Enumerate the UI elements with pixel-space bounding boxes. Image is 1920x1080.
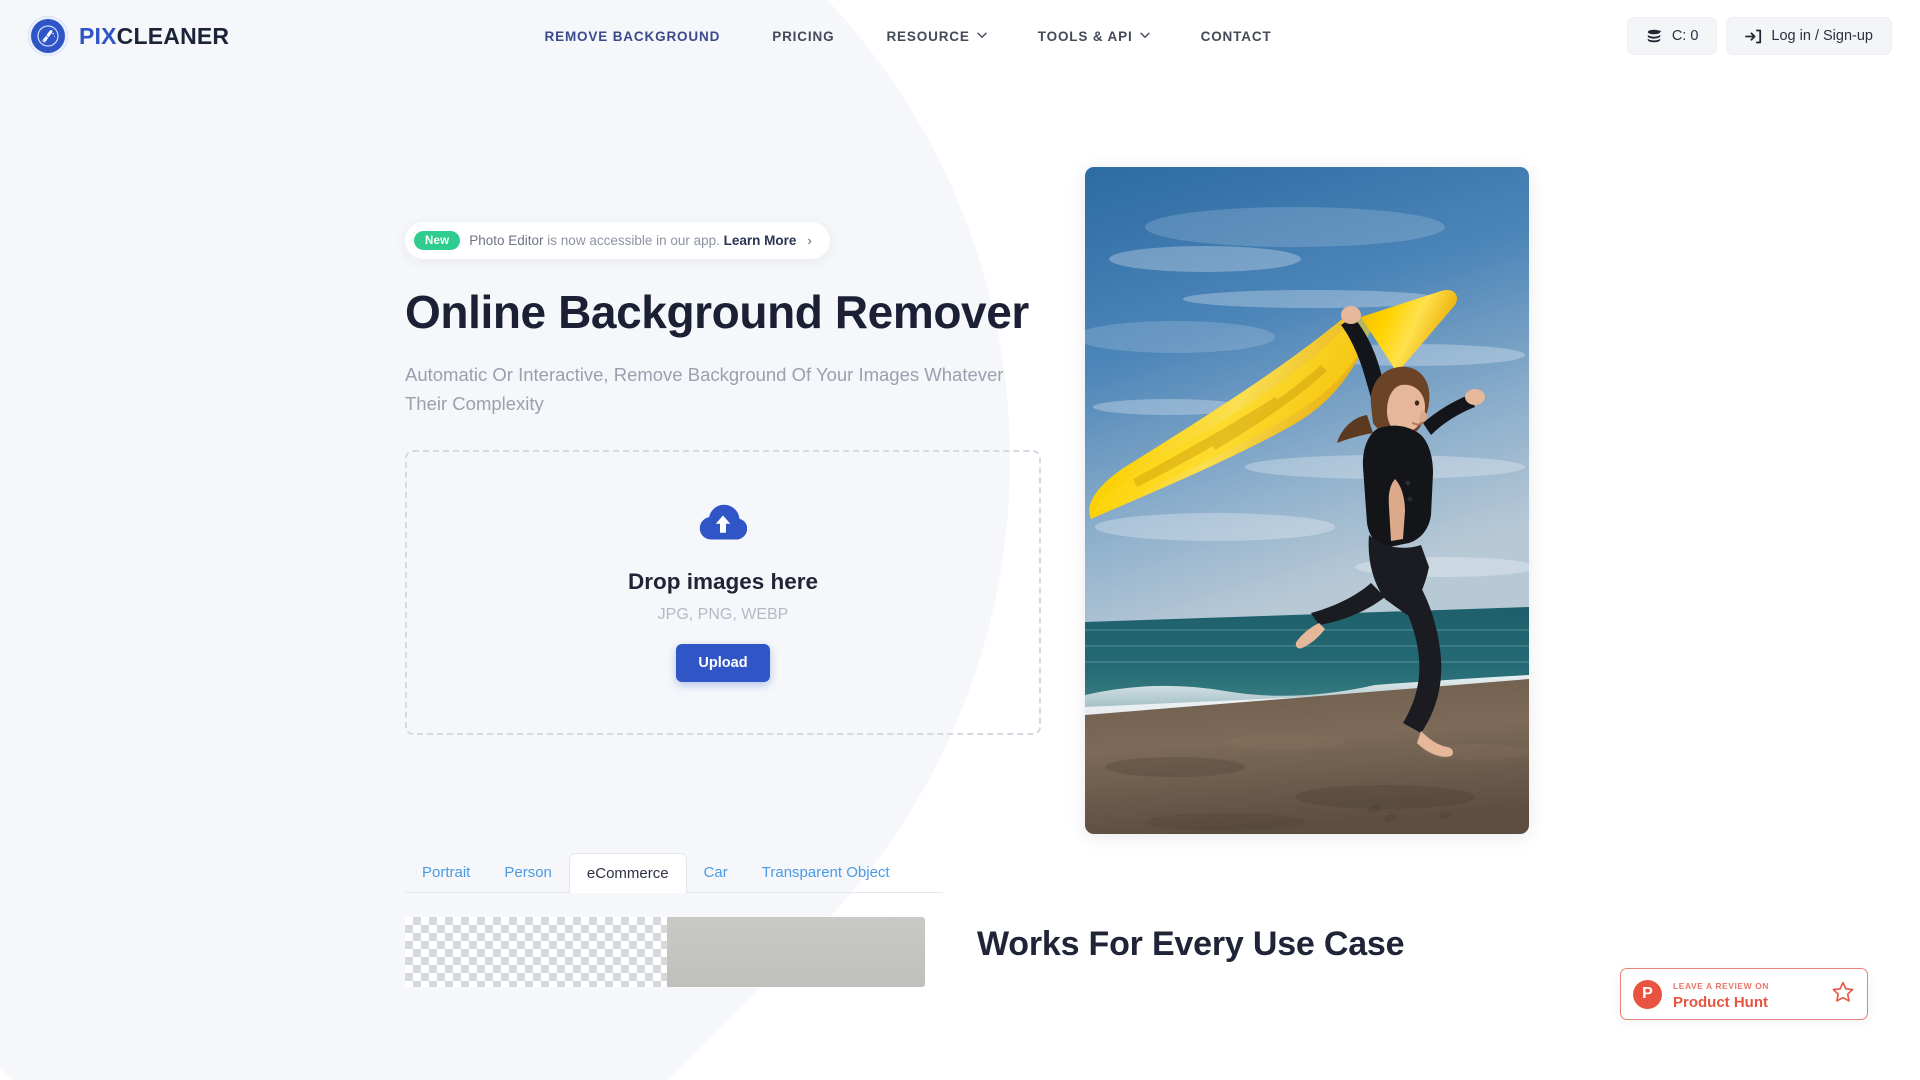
hero-image-container	[1085, 167, 1529, 834]
nav-item-resource[interactable]: RESOURCE	[886, 28, 987, 44]
credits-button[interactable]: C: 0	[1626, 17, 1718, 55]
upload-button[interactable]: Upload	[676, 643, 770, 682]
chevron-down-icon	[1139, 32, 1150, 41]
tab-transparent-object[interactable]: Transparent Object	[745, 852, 907, 892]
header-actions: C: 0 Log in / Sign-up	[1626, 17, 1892, 55]
before-after-preview[interactable]	[405, 917, 925, 987]
nav-label: TOOLS & API	[1037, 28, 1133, 44]
product-hunt-title: Product Hunt	[1673, 994, 1768, 1011]
login-label: Log in / Sign-up	[1771, 28, 1873, 44]
broom-circle-logo-icon	[28, 16, 68, 56]
nav-item-contact[interactable]: CONTACT	[1201, 29, 1272, 44]
login-signup-button[interactable]: Log in / Sign-up	[1726, 17, 1892, 55]
learn-more-link[interactable]: Learn More	[724, 233, 797, 248]
nav-item-tools-and-api[interactable]: TOOLS & API	[1037, 28, 1150, 44]
usecase-tabs: Portrait Person eCommerce Car Transparen…	[405, 852, 943, 893]
transparency-checkerboard	[405, 917, 667, 987]
page-title: Online Background Remover	[405, 286, 1029, 338]
usecase-tabs-container: Portrait Person eCommerce Car Transparen…	[0, 852, 1920, 893]
main-navigation: REMOVE BACKGROUND PRICING RESOURCE TOOLS…	[189, 29, 1627, 44]
nav-label: PRICING	[772, 28, 835, 44]
product-hunt-text: LEAVE A REVIEW ON Product Hunt	[1673, 976, 1820, 1013]
coins-stack-icon	[1646, 29, 1663, 44]
tab-ecommerce[interactable]: eCommerce	[568, 853, 687, 893]
nav-label: RESOURCE	[886, 28, 970, 44]
new-badge: New	[414, 231, 461, 250]
hero-subtitle: Automatic Or Interactive, Remove Backgro…	[405, 364, 1004, 414]
tab-portrait[interactable]: Portrait	[405, 852, 487, 892]
usecase-heading: Works For Every Use Case	[977, 925, 1405, 963]
star-outline-icon	[1831, 980, 1855, 1009]
nav-label: CONTACT	[1200, 28, 1272, 44]
brand-text-pix: PIX	[79, 22, 117, 49]
tab-car[interactable]: Car	[687, 852, 745, 892]
hero-section: New Photo Editor is now accessible in ou…	[0, 72, 1920, 834]
nav-item-remove-background[interactable]: REMOVE BACKGROUND	[545, 29, 721, 44]
login-arrow-icon	[1745, 29, 1762, 44]
product-hunt-badge[interactable]: P LEAVE A REVIEW ON Product Hunt	[1620, 968, 1868, 1020]
announcement-banner[interactable]: New Photo Editor is now accessible in ou…	[405, 222, 830, 259]
original-image-preview	[667, 917, 925, 987]
site-header: PIXCLEANER REMOVE BACKGROUND PRICING RES…	[0, 0, 1920, 72]
announcement-text: Photo Editor is now accessible in our ap…	[469, 233, 796, 248]
hero-photo	[1085, 167, 1529, 834]
cloud-upload-icon	[699, 504, 748, 547]
dropzone-formats: JPG, PNG, WEBP	[657, 605, 789, 623]
hero-content: New Photo Editor is now accessible in ou…	[405, 167, 1045, 834]
announcement-feature: Photo Editor	[469, 233, 544, 248]
file-dropzone[interactable]: Drop images here JPG, PNG, WEBP Upload	[405, 450, 1041, 736]
nav-label: REMOVE BACKGROUND	[544, 28, 721, 44]
credits-value: C: 0	[1671, 28, 1699, 44]
product-hunt-logo-icon: P	[1633, 979, 1662, 1009]
product-hunt-subtitle: LEAVE A REVIEW ON	[1673, 980, 1769, 991]
tab-person[interactable]: Person	[487, 852, 569, 892]
chevron-down-icon	[977, 32, 987, 41]
nav-item-pricing[interactable]: PRICING	[772, 29, 834, 44]
chevron-right-icon: ›	[807, 233, 812, 248]
dropzone-title: Drop images here	[627, 568, 819, 594]
announcement-body: is now accessible in our app.	[543, 233, 724, 248]
